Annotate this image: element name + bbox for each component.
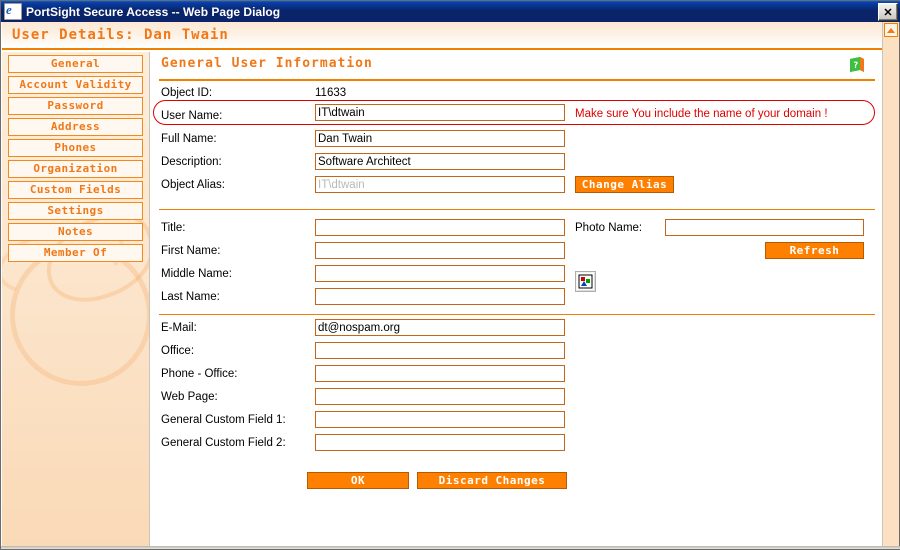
ok-button[interactable]: OK	[307, 472, 409, 489]
sidebar-list: General Account Validity Password Addres…	[2, 52, 149, 262]
custom-field-2-label: General Custom Field 2:	[161, 437, 286, 449]
sidebar-item-member-of[interactable]: Member Of	[8, 244, 143, 262]
sidebar-item-address[interactable]: Address	[8, 118, 143, 136]
dialog-window: PortSight Secure Access -- Web Page Dial…	[0, 0, 900, 550]
sidebar-item-general[interactable]: General	[8, 55, 143, 73]
first-name-input[interactable]	[315, 242, 565, 259]
title-input[interactable]	[315, 219, 565, 236]
object-id-label: Object ID:	[161, 87, 213, 99]
phone-office-input[interactable]	[315, 365, 565, 382]
divider-2	[159, 314, 875, 315]
user-name-warning-text: Make sure You include the name of your d…	[575, 108, 828, 120]
chevron-up-icon	[887, 27, 895, 33]
full-name-input[interactable]	[315, 130, 565, 147]
first-name-label: First Name:	[161, 245, 221, 257]
last-name-input[interactable]	[315, 288, 565, 305]
custom-field-1-label: General Custom Field 1:	[161, 414, 286, 426]
email-label: E-Mail:	[161, 322, 197, 334]
divider-1	[159, 209, 875, 210]
office-label: Office:	[161, 345, 195, 357]
last-name-label: Last Name:	[161, 291, 220, 303]
vertical-scrollbar[interactable]	[882, 22, 899, 549]
object-alias-input[interactable]	[315, 176, 565, 193]
close-button[interactable]: ✕	[878, 3, 898, 21]
object-alias-label: Object Alias:	[161, 179, 225, 191]
sidebar-item-password[interactable]: Password	[8, 97, 143, 115]
full-name-label: Full Name:	[161, 133, 217, 145]
photo-name-input[interactable]	[665, 219, 864, 236]
sidebar-item-settings[interactable]: Settings	[8, 202, 143, 220]
sidebar-item-phones[interactable]: Phones	[8, 139, 143, 157]
svg-text:?: ?	[853, 61, 858, 71]
page-header: User Details: Dan Twain	[2, 22, 883, 50]
sidebar: General Account Validity Password Addres…	[2, 52, 150, 549]
ie-page-icon	[4, 2, 22, 20]
content-area: General User Information ? Object ID: 11…	[151, 52, 883, 549]
broken-image-icon[interactable]	[575, 271, 596, 292]
email-input[interactable]	[315, 319, 565, 336]
section-title: General User Information	[161, 56, 373, 71]
custom-field-2-input[interactable]	[315, 434, 565, 451]
office-input[interactable]	[315, 342, 565, 359]
scroll-up-button[interactable]	[884, 23, 898, 37]
title-bar: PortSight Secure Access -- Web Page Dial…	[1, 1, 900, 22]
middle-name-label: Middle Name:	[161, 268, 232, 280]
sidebar-item-organization[interactable]: Organization	[8, 160, 143, 178]
description-label: Description:	[161, 156, 222, 168]
page-title: User Details: Dan Twain	[12, 27, 229, 43]
description-input[interactable]	[315, 153, 565, 170]
window-title: PortSight Secure Access -- Web Page Dial…	[26, 4, 281, 19]
sidebar-item-custom-fields[interactable]: Custom Fields	[8, 181, 143, 199]
change-alias-button[interactable]: Change Alias	[575, 176, 674, 193]
help-book-icon[interactable]: ?	[847, 55, 867, 75]
web-page-label: Web Page:	[161, 391, 218, 403]
phone-office-label: Phone - Office:	[161, 368, 238, 380]
sidebar-item-account-validity[interactable]: Account Validity	[8, 76, 143, 94]
photo-name-label: Photo Name:	[575, 222, 643, 234]
user-name-input[interactable]	[315, 104, 565, 121]
custom-field-1-input[interactable]	[315, 411, 565, 428]
sidebar-item-notes[interactable]: Notes	[8, 223, 143, 241]
web-page-input[interactable]	[315, 388, 565, 405]
window-status-bar	[1, 546, 900, 549]
discard-changes-button[interactable]: Discard Changes	[417, 472, 567, 489]
section-rule	[159, 79, 875, 81]
middle-name-input[interactable]	[315, 265, 565, 282]
title-field-label: Title:	[161, 222, 186, 234]
page-body: User Details: Dan Twain General Account …	[2, 22, 898, 549]
refresh-button[interactable]: Refresh	[765, 242, 864, 259]
object-id-value: 11633	[315, 87, 347, 99]
